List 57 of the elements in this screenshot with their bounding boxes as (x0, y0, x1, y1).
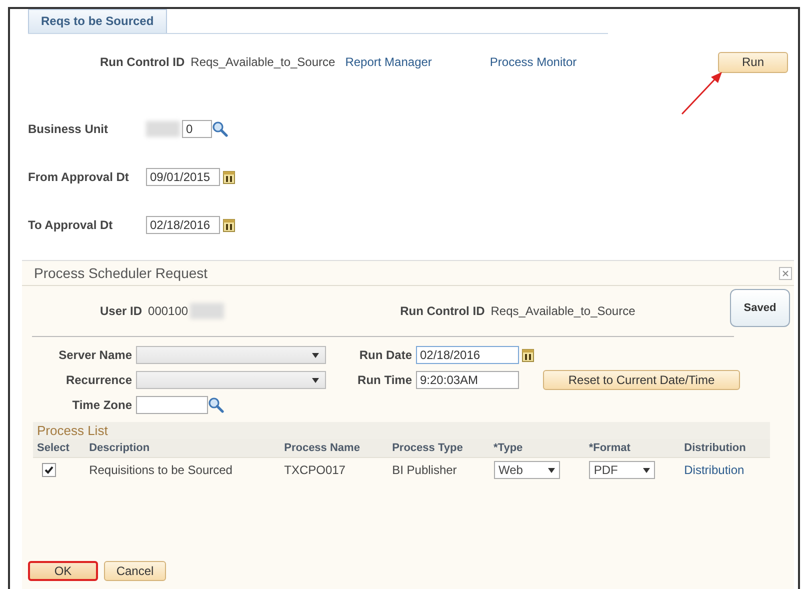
table-cell: Requisitions to be Sourced (85, 458, 280, 482)
dropdown-caret-icon (548, 468, 555, 472)
report-manager-link[interactable]: Report Manager (345, 55, 432, 69)
date-field[interactable]: 02/18/2016 (146, 216, 220, 234)
field-label: Time Zone (71, 398, 133, 412)
column-header: *Type (490, 439, 585, 458)
business-unit-field[interactable]: 0 (182, 120, 212, 138)
column-header: *Format (584, 439, 680, 458)
annotation-arrow (680, 70, 724, 116)
time-zone-field[interactable] (136, 396, 208, 414)
run-time-field[interactable]: 9:20:03AM (416, 371, 519, 389)
column-header: Process Name (280, 439, 388, 458)
blurred-patch (190, 303, 224, 319)
page-tab[interactable]: Reqs to be Sourced (28, 9, 167, 33)
type-dropdown[interactable]: Web (494, 461, 560, 479)
run-control-label: Run Control ID (100, 55, 185, 69)
field-label: From Approval Dt (28, 170, 130, 184)
field-label: Recurrence (64, 373, 133, 387)
column-header: Distribution (680, 439, 770, 458)
checkbox[interactable] (42, 463, 56, 477)
ok-button[interactable]: OK (28, 561, 98, 581)
field-label: Run Time (356, 373, 413, 387)
close-icon[interactable] (779, 266, 792, 280)
run-control-value: Reqs_Available_to_Source (190, 55, 336, 69)
user-id-label: User ID (100, 304, 142, 318)
table-cell: BI Publisher (388, 458, 490, 482)
search-icon[interactable] (208, 397, 224, 413)
blurred-patch (146, 121, 180, 137)
field-label: Business Unit (28, 122, 110, 136)
calendar-icon[interactable] (223, 170, 235, 184)
field-label: Run Date (358, 348, 413, 362)
column-header: Select (33, 439, 86, 458)
cancel-button[interactable]: Cancel (104, 561, 166, 581)
saved-button[interactable]: Saved (730, 289, 790, 327)
run-control-value: Reqs_Available_to_Source (490, 304, 636, 318)
run-date-field[interactable]: 02/18/2016 (416, 346, 519, 364)
format-dropdown[interactable]: PDF (588, 461, 655, 479)
section-title: Process List (33, 422, 770, 439)
search-icon[interactable] (212, 121, 228, 137)
column-header: Description (85, 439, 280, 458)
reset-button[interactable]: Reset to Current Date/Time (543, 370, 740, 390)
dropdown-caret-icon (312, 352, 319, 358)
calendar-icon[interactable] (223, 218, 235, 232)
run-control-label: Run Control ID (400, 304, 485, 318)
field-label: Server Name (58, 348, 133, 362)
column-header: Process Type (388, 439, 490, 458)
date-field[interactable]: 09/01/2015 (146, 168, 220, 186)
dialog-title: Process Scheduler Request (34, 265, 208, 281)
distribution-link[interactable]: Distribution (684, 463, 744, 477)
table-cell: TXCPO017 (280, 458, 388, 482)
run-button[interactable]: Run (718, 52, 788, 72)
process-monitor-link[interactable]: Process Monitor (490, 55, 577, 69)
field-label: To Approval Dt (28, 218, 114, 232)
user-id-value: 000100 (148, 304, 188, 318)
dropdown-caret-icon (642, 468, 650, 472)
calendar-icon[interactable] (522, 348, 534, 362)
dropdown-caret-icon (312, 378, 319, 382)
